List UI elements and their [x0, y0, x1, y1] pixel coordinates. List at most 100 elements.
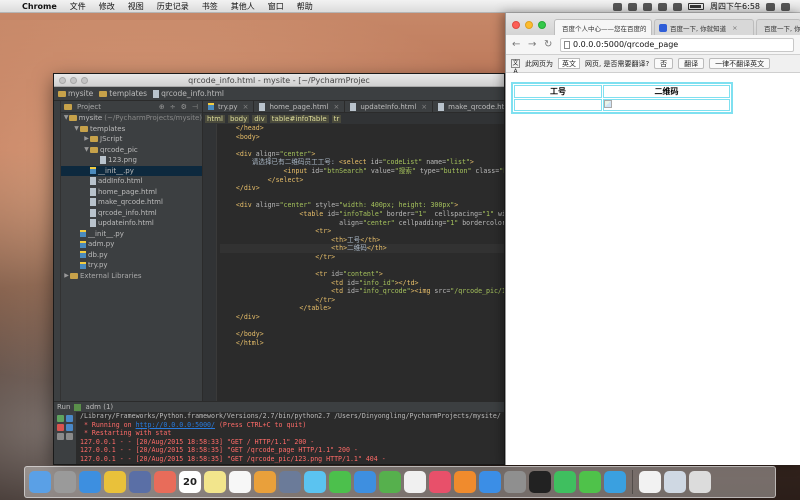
nav-templates[interactable]: templates	[99, 89, 147, 98]
spotlight-icon[interactable]	[766, 2, 775, 11]
photos-icon[interactable]	[154, 471, 176, 493]
ide-title-bar[interactable]: qrcode_info.html - mysite - [~/PycharmPr…	[54, 74, 504, 87]
nav-file[interactable]: qrcode_info.html	[153, 89, 224, 98]
menu-window[interactable]: 窗口	[268, 1, 284, 12]
tree-item[interactable]: ▶ External Libraries	[61, 271, 202, 282]
ibooks-icon[interactable]	[454, 471, 476, 493]
never-translate-button[interactable]: 一律不翻译英文	[709, 58, 771, 69]
notification-center-icon[interactable]	[781, 2, 790, 11]
editor-tab[interactable]: try.py ×	[203, 101, 255, 112]
menu-help[interactable]: 帮助	[297, 1, 313, 12]
trash-icon[interactable]	[689, 471, 711, 493]
close-tab-icon[interactable]: ×	[333, 103, 339, 111]
page-info-icon[interactable]	[564, 40, 570, 49]
keynote-icon[interactable]	[354, 471, 376, 493]
tree-item[interactable]: adm.py	[61, 239, 202, 250]
zoom-window-button[interactable]	[81, 77, 88, 84]
tree-item[interactable]: ▼ templates	[61, 124, 202, 135]
tree-item[interactable]: __init__.py	[61, 165, 202, 176]
notes-icon[interactable]	[204, 471, 226, 493]
close-tab-icon[interactable]: ×	[243, 103, 249, 111]
soft-wrap-icon[interactable]	[66, 433, 73, 440]
minimize-window-button[interactable]	[525, 21, 533, 29]
console-output[interactable]: /Library/Frameworks/Python.framework/Ver…	[76, 412, 504, 464]
wifi-icon[interactable]	[658, 2, 668, 11]
reminders-icon[interactable]	[229, 471, 251, 493]
sync-icon[interactable]: ⊕	[159, 103, 165, 111]
app-store-icon[interactable]	[479, 471, 501, 493]
pages-icon[interactable]	[254, 471, 276, 493]
cloud-tray-icon[interactable]	[643, 2, 653, 11]
close-window-button[interactable]	[59, 77, 66, 84]
menu-app-name[interactable]: Chrome	[22, 2, 57, 11]
run-config-name[interactable]: adm (1)	[85, 403, 113, 411]
qq-tray-icon[interactable]	[628, 2, 638, 11]
tree-item[interactable]: updateinfo.html	[61, 218, 202, 229]
translate-button[interactable]: 翻译	[678, 58, 705, 69]
messages-icon[interactable]	[304, 471, 326, 493]
breadcrumb-item[interactable]: tr	[331, 114, 342, 123]
breadcrumb-item[interactable]: html	[205, 114, 225, 123]
breadcrumb-item[interactable]: div	[252, 114, 267, 123]
wechat-icon[interactable]	[579, 471, 601, 493]
breadcrumb-item[interactable]: body	[227, 114, 250, 123]
menu-bookmarks[interactable]: 书签	[202, 1, 218, 12]
battery-icon[interactable]	[688, 3, 705, 10]
scroll-down-icon[interactable]	[66, 424, 73, 431]
translate-no-button[interactable]: 否	[654, 58, 674, 69]
text-edit-icon[interactable]	[404, 471, 426, 493]
expand-arrow-icon[interactable]: ▶	[63, 271, 70, 282]
wechat-tray-icon[interactable]	[613, 2, 623, 11]
menu-file[interactable]: 文件	[70, 1, 86, 12]
expand-arrow-icon[interactable]: ▼	[83, 145, 90, 156]
calendar-icon[interactable]: 20	[179, 471, 201, 493]
editor-tab[interactable]: updateInfo.html ×	[345, 101, 434, 112]
volume-icon[interactable]	[673, 2, 683, 11]
safari-icon[interactable]	[79, 471, 101, 493]
terminal-icon[interactable]	[529, 471, 551, 493]
pycharm-icon[interactable]	[554, 471, 576, 493]
collapse-icon[interactable]: ÷	[170, 103, 176, 111]
address-bar[interactable]: 0.0.0.0:5000/qrcode_page	[560, 37, 794, 52]
close-tab-icon[interactable]: ×	[732, 24, 737, 32]
project-view-selector[interactable]: Project	[77, 103, 101, 111]
breadcrumb-item[interactable]: table#infoTable	[269, 114, 329, 123]
facetime-icon[interactable]	[329, 471, 351, 493]
menu-view[interactable]: 视图	[128, 1, 144, 12]
menu-edit[interactable]: 修改	[99, 1, 115, 12]
tree-item[interactable]: qrcode_info.html	[61, 208, 202, 219]
downloads-icon[interactable]	[664, 471, 686, 493]
tree-item[interactable]: db.py	[61, 250, 202, 261]
mission-control-icon[interactable]	[279, 471, 301, 493]
tree-item[interactable]: make_qrcode.html	[61, 197, 202, 208]
zoom-window-button[interactable]	[538, 21, 546, 29]
expand-arrow-icon[interactable]: ▼	[73, 124, 80, 135]
tree-item[interactable]: addInfo.html	[61, 176, 202, 187]
menu-history[interactable]: 历史记录	[157, 1, 189, 12]
chrome-icon[interactable]	[104, 471, 126, 493]
tree-item[interactable]: 123.png	[61, 155, 202, 166]
numbers-icon[interactable]	[379, 471, 401, 493]
tree-item[interactable]: home_page.html	[61, 187, 202, 198]
browser-tab[interactable]: 百度一下, 你就知道 ×	[654, 19, 754, 35]
code-text[interactable]: </head> <body> <div align="center"> 请选择已…	[217, 124, 504, 401]
tree-item[interactable]: ▶ JScript	[61, 134, 202, 145]
tree-item[interactable]: ▼ mysite (~/PycharmProjects/mysite)	[61, 113, 202, 124]
nav-project[interactable]: mysite	[58, 89, 93, 98]
launchpad-icon[interactable]	[54, 471, 76, 493]
language-select[interactable]: 英文	[558, 58, 580, 69]
document-icon[interactable]	[639, 471, 661, 493]
forward-arrow-icon[interactable]: →	[528, 39, 536, 50]
back-arrow-icon[interactable]: ←	[512, 39, 520, 50]
pause-icon[interactable]	[57, 433, 64, 440]
close-tab-icon[interactable]: ×	[421, 103, 427, 111]
finder-icon[interactable]	[29, 471, 51, 493]
close-window-button[interactable]	[512, 21, 520, 29]
reload-icon[interactable]: ↻	[544, 39, 552, 50]
browser-tab[interactable]: 百度一下, 你就知道	[756, 19, 800, 35]
project-tool-window-stripe[interactable]	[54, 101, 61, 401]
menu-people[interactable]: 其他人	[231, 1, 255, 12]
tree-item[interactable]: __init__.py	[61, 229, 202, 240]
rerun-icon[interactable]	[57, 415, 64, 422]
tree-item[interactable]: ▼ qrcode_pic	[61, 145, 202, 156]
